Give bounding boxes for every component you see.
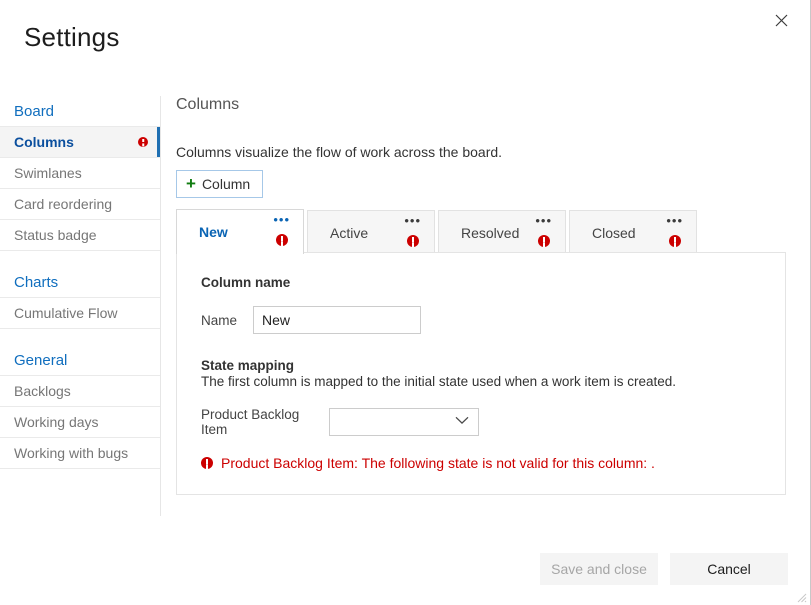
error-icon bbox=[138, 137, 148, 147]
tab-resolved[interactable]: Resolved ••• bbox=[438, 210, 566, 254]
settings-sidebar: Board Columns Swimlanes Card reordering … bbox=[0, 96, 160, 469]
name-field-row: Name bbox=[201, 306, 761, 334]
settings-dialog: Settings Board Columns Swimlanes Card re… bbox=[0, 0, 811, 605]
tab-overflow-menu-icon[interactable]: ••• bbox=[273, 216, 290, 224]
name-input[interactable] bbox=[253, 306, 421, 334]
sidebar-item-label: Columns bbox=[14, 134, 74, 150]
page-title: Settings bbox=[24, 22, 120, 53]
tab-active[interactable]: Active ••• bbox=[307, 210, 435, 254]
add-column-label: Column bbox=[202, 176, 250, 192]
tab-label: New bbox=[199, 224, 228, 240]
state-mapping-title: State mapping bbox=[201, 358, 761, 373]
sidebar-item-label: Status badge bbox=[14, 227, 97, 243]
tab-new[interactable]: New ••• bbox=[176, 209, 304, 254]
state-dropdown[interactable] bbox=[329, 408, 479, 436]
tab-overflow-menu-icon[interactable]: ••• bbox=[666, 217, 683, 225]
name-label: Name bbox=[201, 313, 253, 328]
sidebar-item-columns[interactable]: Columns bbox=[0, 127, 160, 158]
validation-message-text: Product Backlog Item: The following stat… bbox=[221, 455, 655, 471]
sidebar-group-board: Board bbox=[0, 96, 160, 127]
cancel-button[interactable]: Cancel bbox=[670, 553, 788, 585]
sidebar-group-charts: Charts bbox=[0, 267, 160, 298]
state-mapping-row: Product Backlog Item bbox=[201, 407, 761, 437]
sidebar-item-label: Card reordering bbox=[14, 196, 112, 212]
chevron-down-icon bbox=[455, 412, 469, 430]
dialog-footer: Save and close Cancel bbox=[540, 553, 788, 585]
sidebar-item-working-with-bugs[interactable]: Working with bugs bbox=[0, 438, 160, 469]
error-icon bbox=[201, 457, 213, 469]
close-icon bbox=[775, 14, 788, 27]
state-mapping-label: Product Backlog Item bbox=[201, 407, 329, 437]
section-title: Columns bbox=[176, 96, 794, 114]
error-icon bbox=[407, 235, 419, 247]
column-name-title: Column name bbox=[201, 275, 761, 290]
sidebar-divider bbox=[160, 96, 161, 516]
sidebar-spacer bbox=[0, 251, 160, 267]
tab-label: Closed bbox=[592, 225, 636, 241]
save-and-close-button[interactable]: Save and close bbox=[540, 553, 658, 585]
sidebar-item-label: Working days bbox=[14, 414, 99, 430]
error-icon bbox=[276, 234, 288, 246]
sidebar-item-label: Backlogs bbox=[14, 383, 71, 399]
sidebar-item-status-badge[interactable]: Status badge bbox=[0, 220, 160, 251]
sidebar-group-general: General bbox=[0, 345, 160, 376]
sidebar-item-swimlanes[interactable]: Swimlanes bbox=[0, 158, 160, 189]
resize-grip[interactable] bbox=[794, 590, 807, 603]
sidebar-item-working-days[interactable]: Working days bbox=[0, 407, 160, 438]
plus-icon: + bbox=[186, 175, 196, 192]
section-description: Columns visualize the flow of work acros… bbox=[176, 144, 794, 160]
add-column-button[interactable]: + Column bbox=[176, 170, 263, 198]
tab-label: Resolved bbox=[461, 225, 519, 241]
tab-label: Active bbox=[330, 225, 368, 241]
validation-message: Product Backlog Item: The following stat… bbox=[201, 455, 761, 471]
error-icon bbox=[538, 235, 550, 247]
close-button[interactable] bbox=[764, 4, 798, 36]
column-tabs: New ••• Active ••• Resolved ••• Closed •… bbox=[176, 209, 700, 254]
tab-overflow-menu-icon[interactable]: ••• bbox=[404, 217, 421, 225]
sidebar-item-label: Cumulative Flow bbox=[14, 305, 117, 321]
sidebar-item-backlogs[interactable]: Backlogs bbox=[0, 376, 160, 407]
tab-overflow-menu-icon[interactable]: ••• bbox=[535, 217, 552, 225]
sidebar-spacer bbox=[0, 329, 160, 345]
tab-closed[interactable]: Closed ••• bbox=[569, 210, 697, 254]
sidebar-item-card-reordering[interactable]: Card reordering bbox=[0, 189, 160, 220]
main-content: Columns Columns visualize the flow of wo… bbox=[176, 96, 794, 198]
sidebar-item-label: Working with bugs bbox=[14, 445, 128, 461]
column-settings-panel: Column name Name State mapping The first… bbox=[176, 252, 786, 495]
sidebar-item-cumulative-flow[interactable]: Cumulative Flow bbox=[0, 298, 160, 329]
error-icon bbox=[669, 235, 681, 247]
state-mapping-description: The first column is mapped to the initia… bbox=[201, 374, 761, 389]
sidebar-item-label: Swimlanes bbox=[14, 165, 82, 181]
